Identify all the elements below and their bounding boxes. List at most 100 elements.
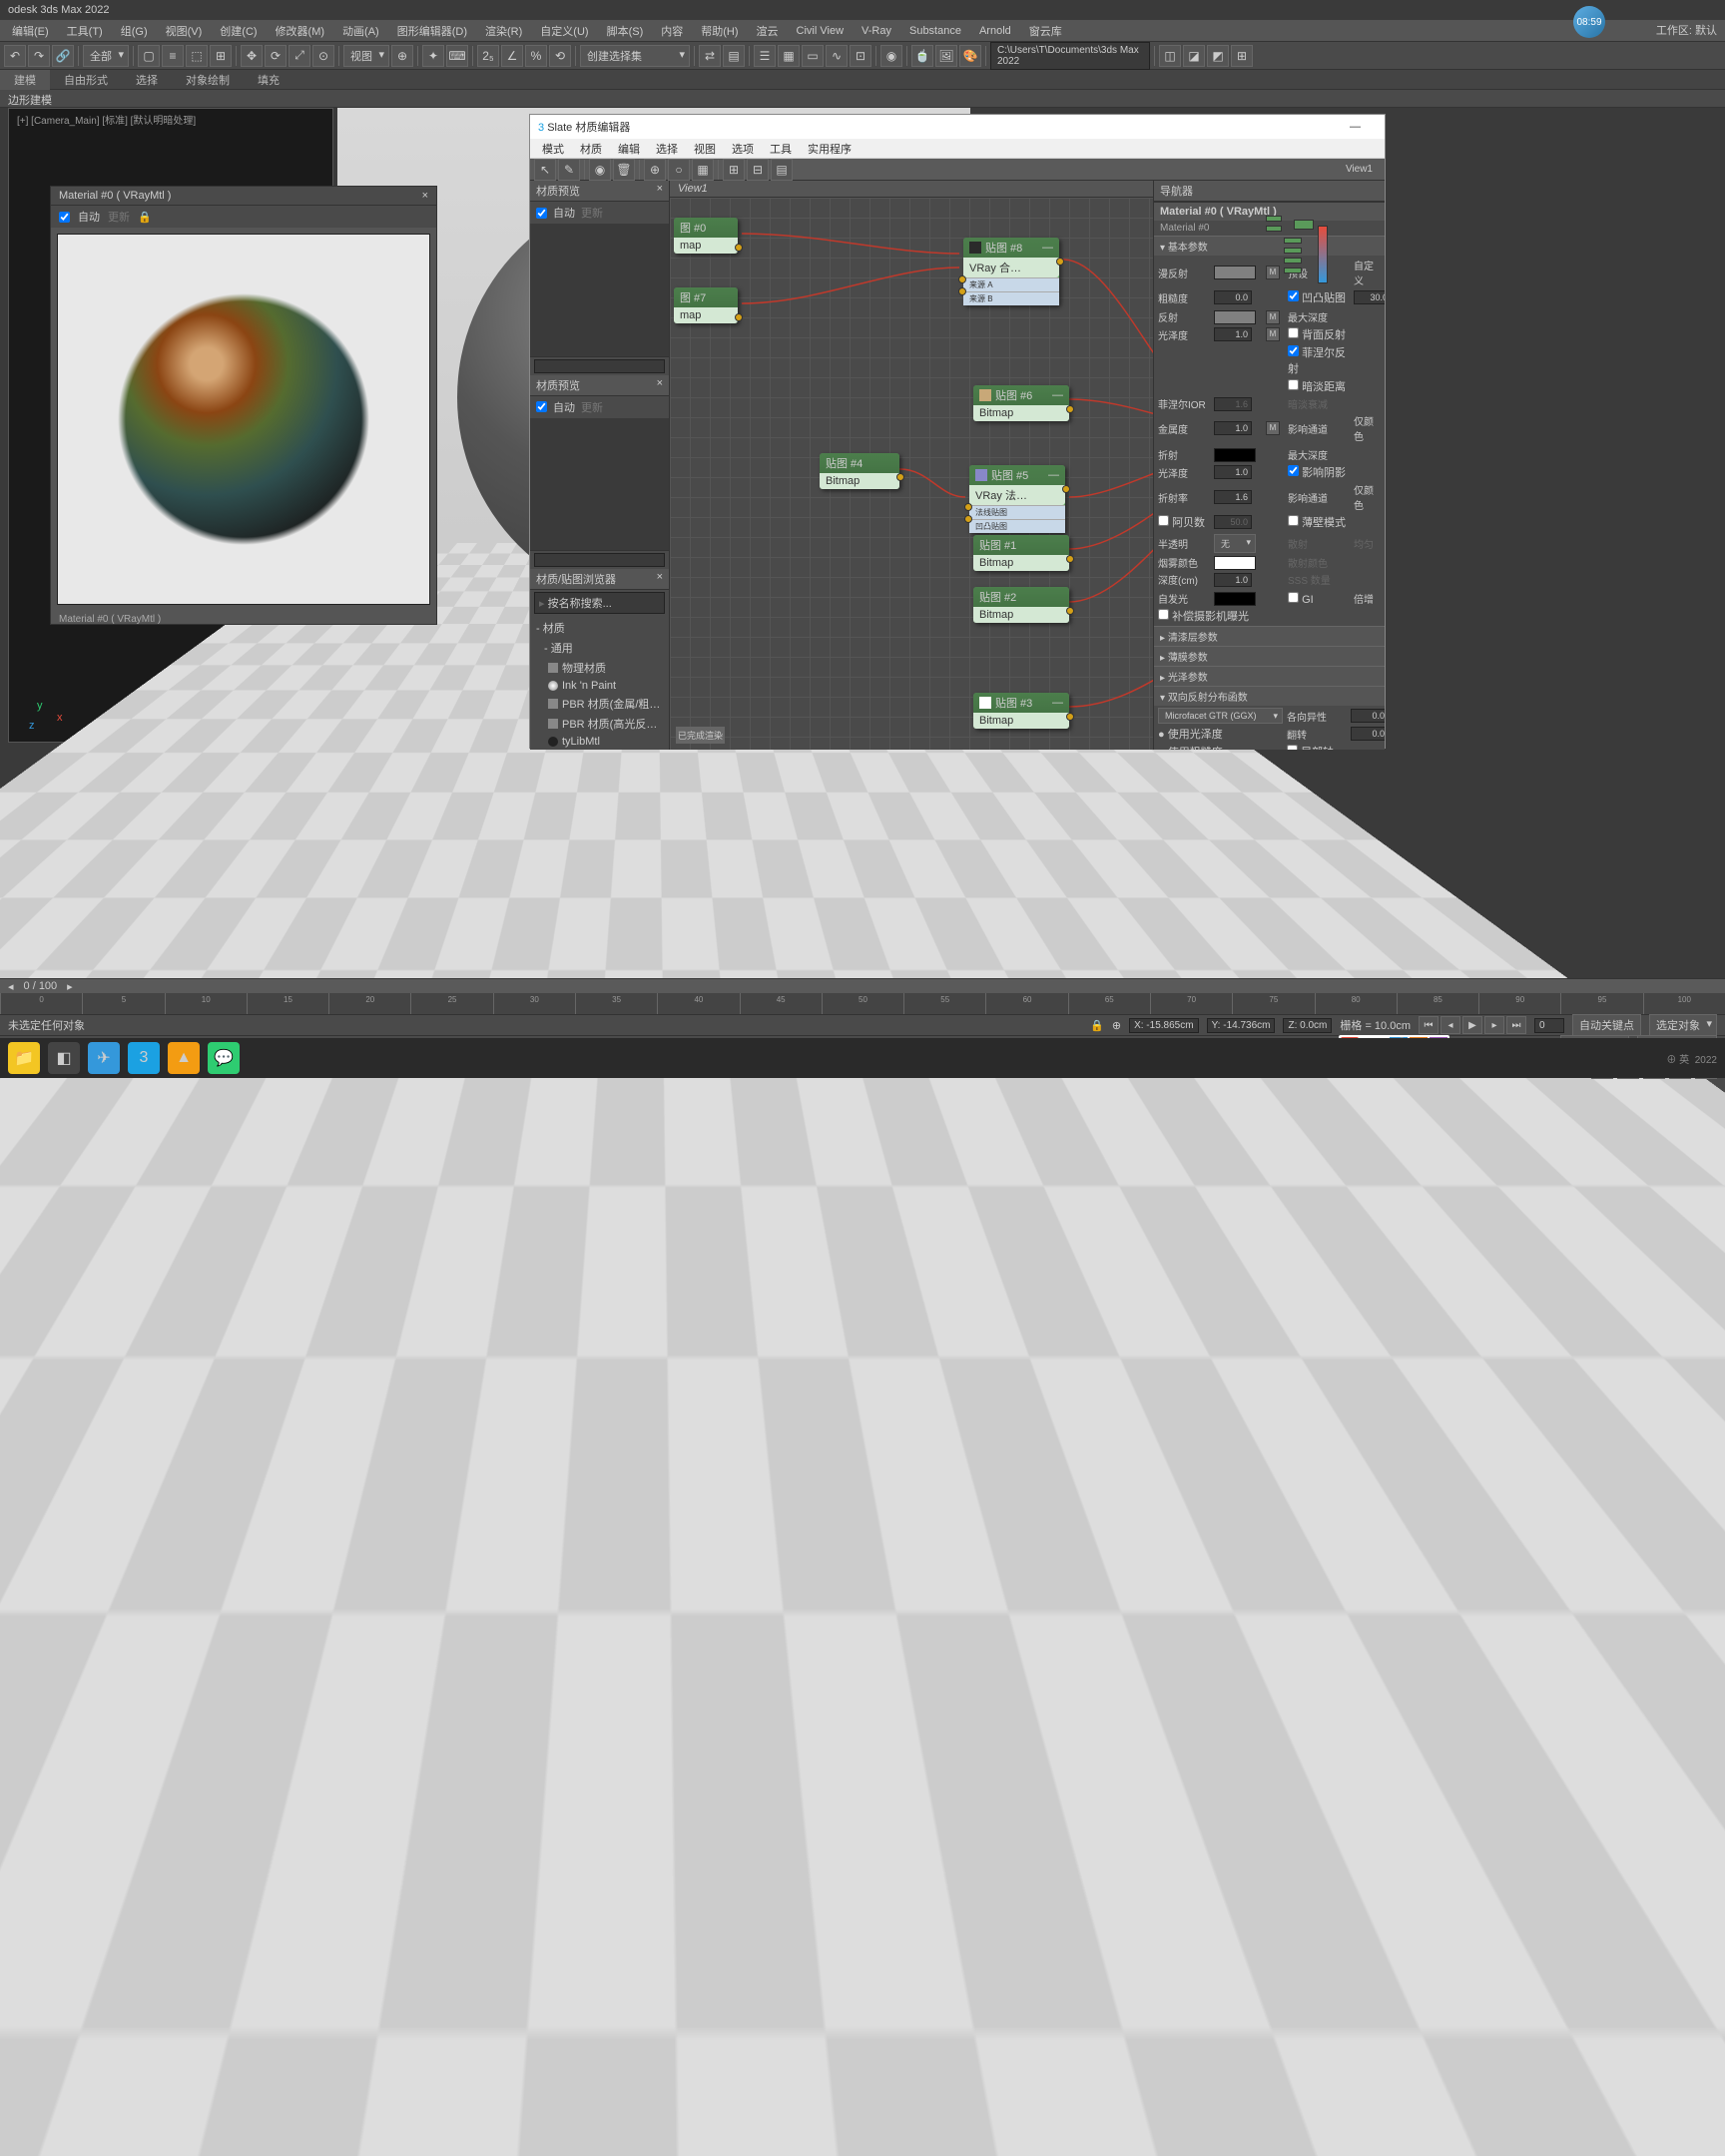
keyboard-shortcut-button[interactable]: ⌨ <box>446 45 468 67</box>
y-coord-input[interactable]: Y: -14.736cm <box>1207 1018 1276 1033</box>
bump-spinner[interactable]: 30.0 <box>1354 290 1385 304</box>
slate-layout-all-button[interactable]: ⊞ <box>723 159 745 181</box>
backreflect-checkbox[interactable] <box>1288 327 1299 338</box>
selection-filter-dropdown[interactable]: 全部 <box>83 45 129 67</box>
node-map-6[interactable]: 贴图 #6— Bitmap <box>973 385 1069 421</box>
tree-tylibmtl[interactable]: tyLibMtl <box>530 734 669 750</box>
menu-animation[interactable]: 动画(A) <box>334 21 387 41</box>
time-ruler[interactable]: 0 5 10 15 20 25 30 35 40 45 50 55 60 65 … <box>0 993 1725 1015</box>
slate-hide-unused-button[interactable]: ○ <box>668 159 690 181</box>
roughness-spinner[interactable]: 0.0 <box>1214 290 1252 304</box>
lock-selection-icon[interactable]: 🔒 <box>1090 1019 1104 1032</box>
translucent-dropdown[interactable]: 无 <box>1214 534 1256 553</box>
next-frame-button[interactable]: ▸ <box>1484 1016 1504 1034</box>
tree-physical[interactable]: 物理材质 <box>530 658 669 678</box>
preview-auto-checkbox-2[interactable] <box>536 401 547 412</box>
slate-menu-tools[interactable]: 工具 <box>762 139 800 159</box>
render-frame-button[interactable]: 🖼 <box>935 45 957 67</box>
affect-shadow-checkbox[interactable] <box>1288 465 1299 476</box>
menu-render[interactable]: 渲染(R) <box>477 21 530 41</box>
snap-2-button[interactable]: 2₅ <box>477 45 499 67</box>
current-frame-input[interactable]: 0 <box>1534 1018 1564 1033</box>
brdf-type-dropdown[interactable]: Microfacet GTR (GGX) <box>1158 708 1283 724</box>
spinner-snap-button[interactable]: ⟲ <box>549 45 571 67</box>
node-map-5[interactable]: 贴图 #5— VRay 法… 法线贴图 凹凸贴图 <box>969 465 1065 533</box>
tree-pbr-spec[interactable]: PBR 材质(高光反… <box>530 714 669 734</box>
extra-tool-2[interactable]: ◪ <box>1183 45 1205 67</box>
diffuse-swatch[interactable] <box>1214 266 1256 279</box>
slate-menu-mode[interactable]: 模式 <box>534 139 572 159</box>
close-icon[interactable]: × <box>422 190 428 202</box>
select-move-button[interactable]: ✥ <box>241 45 263 67</box>
preview-panel-header[interactable]: 材质预览× <box>530 181 669 202</box>
snap-percent-button[interactable]: % <box>525 45 547 67</box>
refract-swatch[interactable] <box>1214 448 1256 462</box>
reflect-swatch[interactable] <box>1214 310 1256 324</box>
autokey-button[interactable]: 自动关键点 <box>1572 1014 1641 1036</box>
node-map-4[interactable]: 贴图 #4 Bitmap <box>820 453 899 489</box>
metalness-map-button[interactable]: M <box>1266 421 1280 435</box>
absolute-mode-icon[interactable]: ⊕ <box>1112 1019 1121 1032</box>
node-map-3[interactable]: 贴图 #3— Bitmap <box>973 693 1069 729</box>
abbe-spinner[interactable]: 50.0 <box>1214 515 1252 529</box>
slate-select-tool[interactable]: ↖ <box>534 159 556 181</box>
menu-help[interactable]: 帮助(H) <box>693 21 746 41</box>
extra-tool-3[interactable]: ◩ <box>1207 45 1229 67</box>
select-name-button[interactable]: ≡ <box>162 45 184 67</box>
refract-gloss-spinner[interactable]: 1.0 <box>1214 465 1252 479</box>
slate-menu-utilities[interactable]: 实用程序 <box>800 139 860 159</box>
ribbon-tab-populate[interactable]: 填充 <box>244 70 293 90</box>
taskbar-app-2-icon[interactable]: ✈ <box>88 1042 120 1074</box>
link-button[interactable]: 🔗 <box>52 45 74 67</box>
schematic-button[interactable]: ⊡ <box>850 45 871 67</box>
slate-menu-material[interactable]: 材质 <box>572 139 610 159</box>
close-icon[interactable]: × <box>657 571 663 587</box>
render-button[interactable]: 🎨 <box>959 45 981 67</box>
tree-general[interactable]: - 通用 <box>530 638 669 658</box>
bump-checkbox[interactable] <box>1288 290 1299 301</box>
node-map-1[interactable]: 贴图 #1 Bitmap <box>973 535 1069 571</box>
fog-swatch[interactable] <box>1214 556 1256 570</box>
goto-end-button[interactable]: ⏭ <box>1506 1016 1526 1034</box>
slate-pick-tool[interactable]: ✎ <box>558 159 580 181</box>
node-map-8[interactable]: 贴图 #8— VRay 合… 来源 A 来源 B <box>963 238 1059 305</box>
material-preview-window[interactable]: Material #0 ( VRayMtl ) × 自动 更新 🔒 Materi… <box>50 186 437 625</box>
menu-modifiers[interactable]: 修改器(M) <box>268 21 333 41</box>
ribbon-tab-freeform[interactable]: 自由形式 <box>50 70 122 90</box>
lock-icon[interactable]: 🔒 <box>138 211 152 224</box>
navigator-minimap[interactable] <box>1154 202 1385 203</box>
preview-panel-header-2[interactable]: 材质预览× <box>530 375 669 396</box>
slate-menu-edit[interactable]: 编辑 <box>610 139 648 159</box>
selfillum-swatch[interactable] <box>1214 592 1256 606</box>
menu-views[interactable]: 视图(V) <box>158 21 211 41</box>
taskbar-app-1-icon[interactable]: ◧ <box>48 1042 80 1074</box>
scene-explorer-button[interactable]: ▦ <box>778 45 800 67</box>
tree-inknpaint[interactable]: Ink 'n Paint <box>530 678 669 694</box>
menu-group[interactable]: 组(G) <box>113 21 156 41</box>
slate-menu-view[interactable]: 视图 <box>686 139 724 159</box>
select-button[interactable]: ▢ <box>138 45 160 67</box>
taskbar-tray[interactable]: ⊕ 英 2022 <box>1666 1051 1717 1066</box>
ior-spinner[interactable]: 1.6 <box>1214 490 1252 504</box>
undo-button[interactable]: ↶ <box>4 45 26 67</box>
ribbon-tab-selection[interactable]: 选择 <box>122 70 172 90</box>
rollout-sheen[interactable]: 薄膜参数 <box>1154 646 1385 666</box>
snap-angle-button[interactable]: ∠ <box>501 45 523 67</box>
material-preview-titlebar[interactable]: Material #0 ( VRayMtl ) × <box>51 187 436 206</box>
minimize-icon[interactable]: — <box>1350 121 1361 133</box>
localaxis-checkbox[interactable] <box>1287 745 1298 750</box>
time-slider[interactable]: ◂ 0 / 100 ▸ <box>0 979 1725 993</box>
preview-dropdown-2[interactable] <box>534 553 665 567</box>
rollout-brdf[interactable]: 双向反射分布函数 <box>1154 686 1385 706</box>
close-icon[interactable]: × <box>657 183 663 199</box>
extra-tool-1[interactable]: ◫ <box>1159 45 1181 67</box>
menu-customize[interactable]: 自定义(U) <box>532 21 596 41</box>
mirror-button[interactable]: ⇄ <box>699 45 721 67</box>
node-map-0[interactable]: 图 #0 map <box>674 218 738 254</box>
ribbon-tab-modeling[interactable]: 建模 <box>0 70 50 90</box>
glossiness-spinner[interactable]: 1.0 <box>1214 327 1252 341</box>
play-button[interactable]: ▶ <box>1462 1016 1482 1034</box>
node-canvas[interactable]: 图 #0 map 图 #7 map 贴图 #8— VRay 合… 来源 A 来源… <box>670 198 1153 750</box>
node-map-7[interactable]: 图 #7 map <box>674 287 738 323</box>
preview-update-button[interactable]: 更新 <box>581 205 603 221</box>
